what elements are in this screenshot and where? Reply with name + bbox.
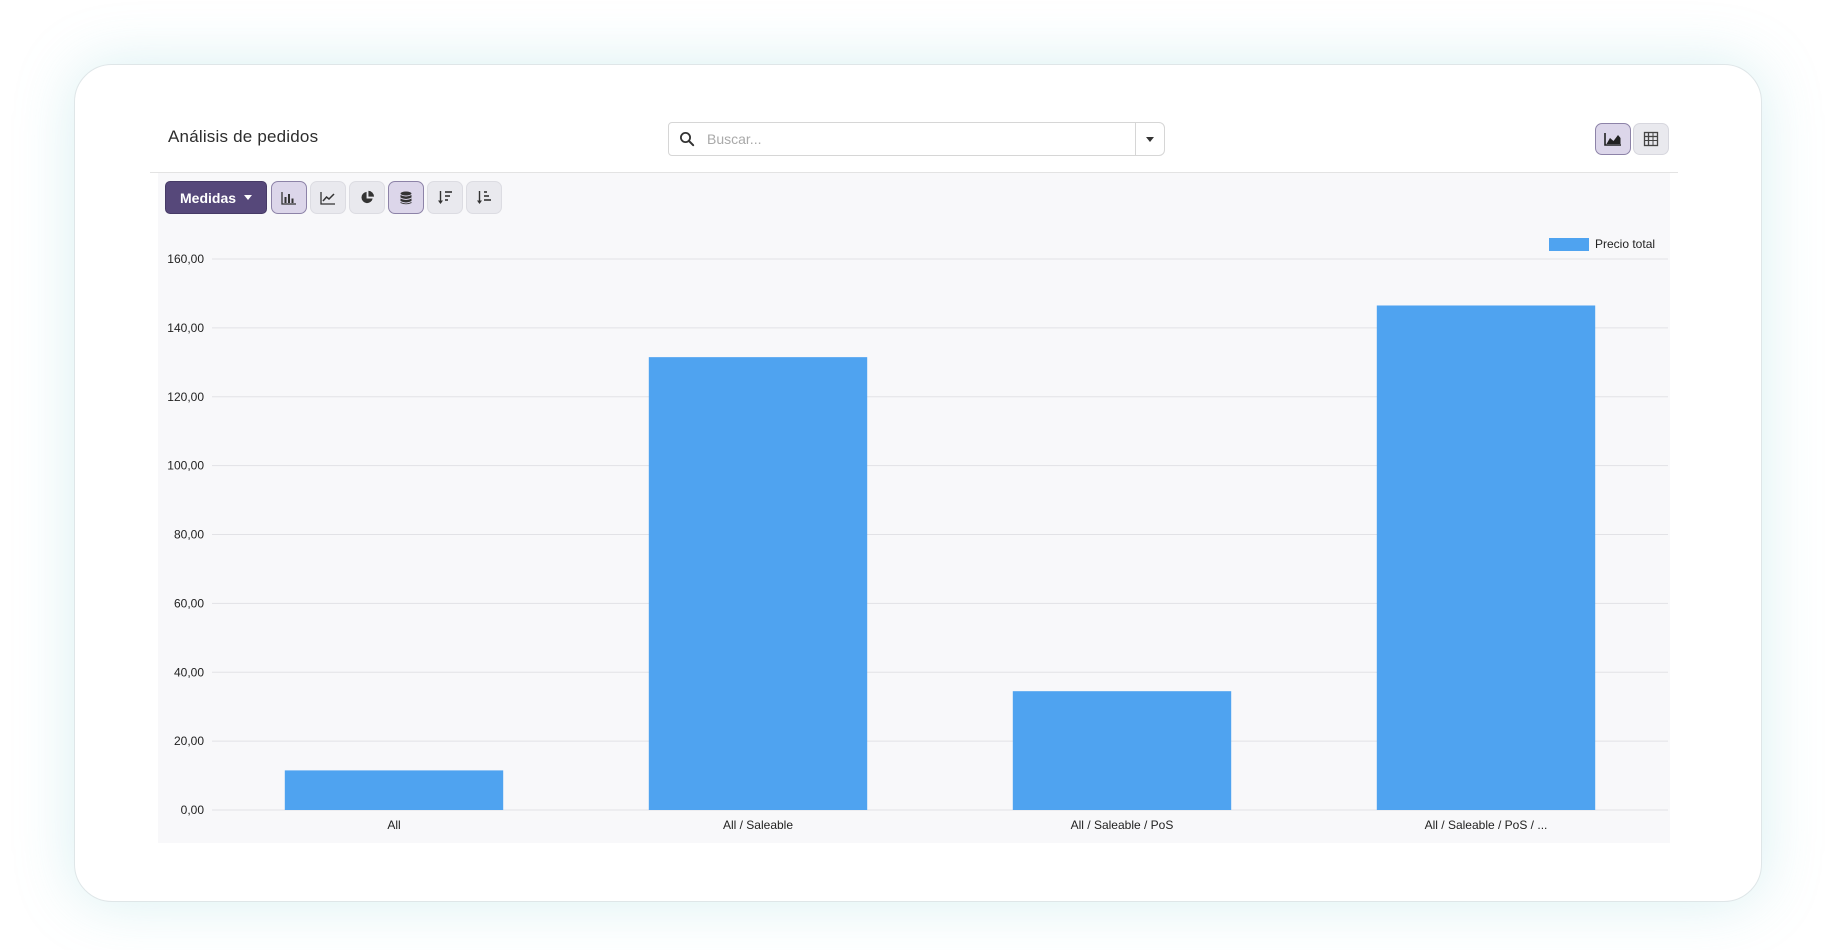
pivot-view-button[interactable] [1633, 123, 1669, 155]
sort-descending-icon [437, 190, 453, 205]
line-chart-button[interactable] [310, 181, 347, 214]
sort-descending-button[interactable] [427, 181, 464, 214]
caret-down-icon [1146, 136, 1154, 142]
bar[interactable] [1376, 305, 1596, 810]
x-tick-label: All [387, 818, 400, 832]
y-tick-label: 0,00 [181, 803, 205, 817]
y-tick-label: 20,00 [174, 734, 204, 748]
bar[interactable] [284, 770, 504, 810]
line-chart-icon [320, 191, 336, 205]
measures-dropdown[interactable]: Medidas [165, 181, 268, 214]
search-input[interactable] [705, 130, 1109, 148]
y-tick-label: 60,00 [174, 596, 204, 610]
pie-chart-icon [360, 190, 375, 205]
x-tick-label: All / Saleable / PoS / ... [1425, 818, 1548, 832]
bar[interactable] [648, 357, 868, 810]
search-box[interactable] [668, 122, 1136, 156]
search-icon [679, 131, 695, 147]
page-title: Análisis de pedidos [168, 127, 319, 146]
view-switcher [1593, 123, 1669, 155]
sort-ascending-icon [476, 190, 492, 205]
y-tick-label: 160,00 [167, 252, 204, 266]
stacked-button[interactable] [388, 181, 425, 214]
graph-view-button[interactable] [1595, 123, 1631, 155]
y-tick-label: 80,00 [174, 528, 204, 542]
database-icon [400, 191, 412, 205]
y-tick-label: 40,00 [174, 665, 204, 679]
y-tick-label: 140,00 [167, 321, 204, 335]
measures-label: Medidas [180, 189, 237, 206]
x-tick-label: All / Saleable / PoS [1071, 818, 1174, 832]
bar-chart-icon [281, 191, 297, 205]
sort-ascending-button[interactable] [466, 181, 503, 214]
y-tick-label: 100,00 [167, 459, 204, 473]
search-options-toggle[interactable] [1135, 122, 1165, 156]
x-tick-label: All / Saleable [723, 818, 793, 832]
y-tick-label: 120,00 [167, 390, 204, 404]
caret-down-icon [244, 195, 253, 200]
bar-chart: 0,00 20,00 40,00 60,00 80,00 100,00 120,00 140,… [167, 252, 1668, 832]
pivot-table-icon [1643, 131, 1659, 147]
graph-toolbar: Medidas [165, 181, 503, 214]
graph-view-icon [1604, 132, 1622, 146]
bar-chart-button[interactable] [271, 181, 308, 214]
bar[interactable] [1012, 691, 1232, 810]
pie-chart-button[interactable] [349, 181, 386, 214]
